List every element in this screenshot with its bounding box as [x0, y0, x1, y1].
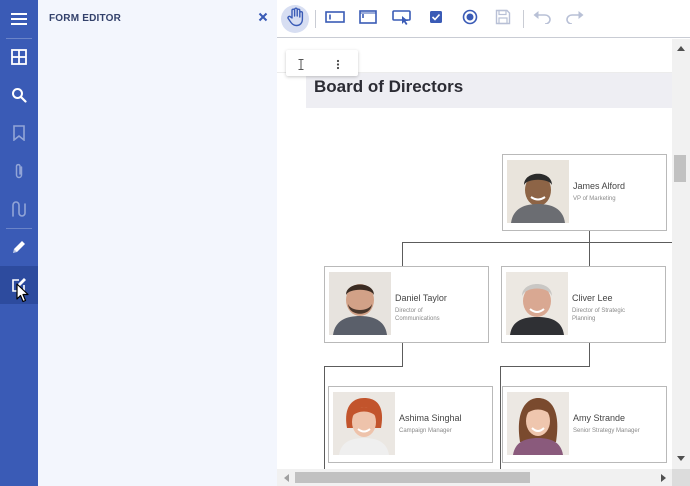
person-photo: [506, 272, 568, 335]
signature-icon: [10, 200, 28, 218]
close-icon: [258, 9, 268, 27]
close-panel-button[interactable]: [255, 9, 271, 27]
checkbox-field-icon: [429, 10, 443, 29]
scroll-right-arrow-icon[interactable]: [656, 471, 670, 485]
document-heading: Board of Directors: [314, 77, 464, 96]
redo-button[interactable]: [561, 5, 589, 33]
dropdown-field-icon: [392, 9, 412, 30]
scroll-down-arrow-icon[interactable]: [674, 451, 688, 465]
org-chart-card: Cliver Lee Director of Strategic Plannin…: [501, 266, 666, 343]
person-role: Director of Strategic Planning: [572, 308, 626, 322]
pencil-annotate-icon: [11, 239, 27, 255]
checkbox-field-button[interactable]: [422, 5, 450, 33]
document-page[interactable]: Board of Directors James Alford VP of Ma…: [277, 39, 672, 469]
person-role: VP of Marketing: [573, 196, 616, 202]
bookmarks-button[interactable]: [0, 114, 38, 152]
vertical-scrollbar[interactable]: [672, 39, 690, 469]
document-viewer[interactable]: Board of Directors James Alford VP of Ma…: [277, 39, 690, 486]
person-role: Campaign Manager: [399, 428, 452, 434]
person-name: Ashima Singhal: [399, 413, 462, 423]
redo-icon: [565, 10, 585, 29]
textbox-field-button[interactable]: [321, 5, 349, 33]
toolbar-divider: [523, 10, 524, 28]
connector-line: [589, 231, 590, 242]
connector-line: [324, 366, 403, 367]
pan-hand-icon: [286, 7, 304, 32]
form-editor-panel: FORM EDITOR: [38, 0, 277, 486]
person-photo: [333, 392, 395, 455]
pan-tool-button[interactable]: [281, 5, 309, 33]
left-navigation-rail: [0, 0, 38, 486]
text-cursor-icon[interactable]: [298, 57, 304, 75]
person-role: Senior Strategy Manager: [573, 428, 640, 434]
scrollbar-corner: [672, 469, 690, 486]
panel-title: FORM EDITOR: [49, 13, 122, 24]
menu-button[interactable]: [0, 0, 38, 38]
password-field-icon: [359, 9, 377, 29]
attachments-button[interactable]: [0, 152, 38, 190]
textbox-field-icon: [325, 10, 345, 28]
connector-line: [324, 366, 325, 469]
dropdown-field-button[interactable]: [388, 5, 416, 33]
scroll-up-arrow-icon[interactable]: [674, 41, 688, 55]
vertical-scroll-thumb[interactable]: [674, 155, 686, 182]
save-button[interactable]: [489, 5, 517, 33]
person-name: Daniel Taylor: [395, 293, 447, 303]
undo-button[interactable]: [528, 5, 556, 33]
paperclip-icon: [13, 162, 25, 180]
horizontal-scrollbar[interactable]: [277, 469, 672, 486]
connector-line: [402, 242, 403, 266]
connector-line: [402, 242, 672, 243]
person-photo: [507, 392, 569, 455]
pdf-viewer-app: FORM EDITOR Board of Directors James Alf…: [0, 0, 690, 486]
org-chart-card: Daniel Taylor Director of Communications: [324, 266, 489, 343]
password-field-button[interactable]: [354, 5, 382, 33]
bookmark-icon: [12, 125, 26, 141]
form-field-floating-toolbar[interactable]: [286, 50, 358, 76]
connector-line: [589, 242, 590, 266]
connector-line: [402, 343, 403, 367]
person-role: Director of Communications: [395, 308, 440, 322]
org-chart-card: Ashima Singhal Campaign Manager: [328, 386, 493, 463]
person-name: James Alford: [573, 181, 626, 191]
search-icon: [11, 87, 27, 103]
person-photo: [329, 272, 391, 335]
person-photo: [507, 160, 569, 223]
thumbnails-button[interactable]: [0, 38, 38, 76]
org-chart-card: Amy Strande Senior Strategy Manager: [502, 386, 667, 463]
person-name: Cliver Lee: [572, 293, 613, 303]
toolbar-divider: [315, 10, 316, 28]
thumbnails-grid-icon: [11, 49, 27, 65]
connector-line: [500, 366, 590, 367]
radio-button-field-button[interactable]: [456, 5, 484, 33]
more-options-icon[interactable]: [336, 57, 340, 75]
annotation-button[interactable]: [0, 228, 38, 266]
scroll-left-arrow-icon[interactable]: [279, 471, 293, 485]
hamburger-menu-icon: [11, 12, 27, 26]
org-chart-card: James Alford VP of Marketing: [502, 154, 667, 231]
connector-line: [500, 366, 501, 469]
horizontal-scroll-thumb[interactable]: [295, 472, 530, 483]
radio-button-field-icon: [462, 9, 478, 30]
person-name: Amy Strande: [573, 413, 626, 423]
search-button[interactable]: [0, 76, 38, 114]
mouse-pointer-icon: [16, 283, 30, 308]
connector-line: [589, 343, 590, 367]
signature-button[interactable]: [0, 190, 38, 228]
undo-icon: [532, 10, 552, 29]
form-field-toolbar: [277, 0, 690, 38]
save-icon: [495, 9, 511, 30]
